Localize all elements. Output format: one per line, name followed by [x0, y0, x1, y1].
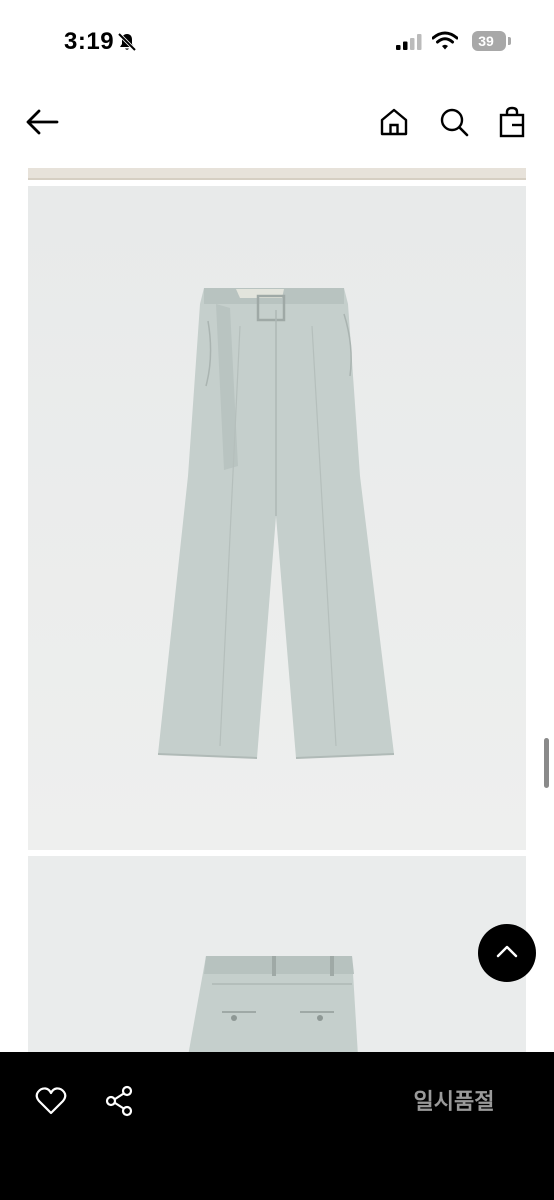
scrollbar[interactable]: [544, 738, 549, 788]
pants-back-illustration: [188, 956, 358, 1056]
sold-out-label: 일시품절: [413, 1090, 495, 1115]
back-arrow-icon: [24, 108, 60, 141]
home-icon: [379, 107, 409, 142]
cart-button[interactable]: [492, 104, 532, 144]
status-time: 3:19: [64, 28, 115, 55]
share-button[interactable]: [98, 1082, 140, 1124]
wifi-icon: [431, 31, 459, 56]
battery-icon: 39: [472, 31, 506, 51]
signal-icon: [396, 34, 424, 55]
status-bar: 3:19 39: [0, 0, 554, 84]
top-nav-bar: [0, 96, 554, 156]
search-button[interactable]: [434, 104, 474, 144]
battery-cap: [508, 37, 511, 45]
chevron-up-icon: [496, 944, 518, 963]
scroll-to-top-button[interactable]: [478, 924, 536, 982]
heart-icon: [35, 1086, 67, 1121]
product-image-back: [28, 856, 526, 1056]
product-image-front: [28, 186, 526, 850]
wishlist-button[interactable]: [30, 1082, 72, 1124]
share-icon: [104, 1085, 134, 1122]
shopping-bag-icon: [498, 106, 526, 143]
previous-image-edge: [28, 178, 526, 180]
bottom-action-bar: [0, 1052, 554, 1200]
battery-level: 39: [478, 33, 494, 49]
bell-slash-icon: [116, 31, 138, 58]
previous-product-image: [28, 168, 526, 180]
home-button[interactable]: [374, 104, 414, 144]
search-icon: [439, 107, 469, 142]
back-button[interactable]: [22, 104, 62, 144]
